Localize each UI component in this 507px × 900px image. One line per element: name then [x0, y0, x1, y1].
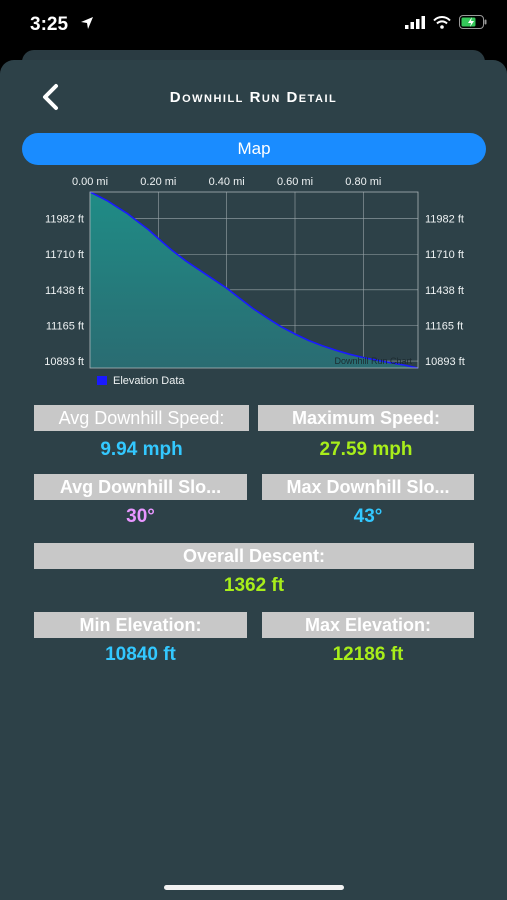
legend-label: Elevation Data	[113, 375, 185, 387]
avg-speed-value: 9.94 mph	[100, 439, 183, 460]
max-slope-label: Max Downhill Slo...	[262, 474, 474, 500]
y-axis-ticks-left: 11982 ft 11710 ft 11438 ft 11165 ft 10893 ft	[44, 214, 84, 368]
x-axis-ticks: 0.00 mi 0.20 mi 0.40 mi 0.60 mi 0.80 mi	[72, 176, 381, 188]
x-tick-label: 0.20 mi	[140, 176, 176, 188]
max-elevation-value: 12186 ft	[332, 644, 404, 665]
y-tick-label-right: 11710 ft	[425, 249, 464, 261]
max-slope-value: 43°	[353, 506, 383, 527]
y-tick-label-left: 11982 ft	[45, 214, 84, 226]
y-tick-label-left: 11165 ft	[46, 321, 84, 333]
home-indicator	[164, 885, 344, 890]
status-icons	[405, 15, 487, 34]
min-elevation-value: 10840 ft	[105, 644, 176, 665]
x-tick-label: 0.80 mi	[345, 176, 381, 188]
max-elevation-label: Max Elevation:	[262, 612, 474, 638]
x-tick-label: 0.60 mi	[277, 176, 313, 188]
wifi-icon	[433, 15, 451, 34]
x-tick-label: 0.00 mi	[72, 176, 108, 188]
page-title: Downhill Run Detail	[169, 89, 338, 106]
y-tick-label-right: 11982 ft	[425, 214, 464, 226]
y-tick-label-left: 10893 ft	[44, 356, 84, 368]
max-speed-label: Maximum Speed:	[258, 405, 474, 431]
status-time: 3:25	[30, 14, 69, 35]
min-elevation-label: Min Elevation:	[34, 612, 247, 638]
legend-swatch	[97, 376, 107, 385]
y-tick-label-right: 10893 ft	[425, 356, 465, 368]
location-arrow-icon	[80, 16, 94, 35]
y-axis-ticks-right: 11982 ft 11710 ft 11438 ft 11165 ft 10893 ft	[425, 214, 465, 368]
signal-icon	[405, 15, 425, 34]
x-tick-label: 0.40 mi	[209, 176, 245, 188]
elevation-chart: 0.00 mi 0.20 mi 0.40 mi 0.60 mi 0.80 mi 1198…	[44, 176, 465, 387]
status-bar: 3:25	[0, 0, 507, 52]
avg-speed-label: Avg Downhill Speed:	[34, 405, 249, 431]
y-tick-label-left: 11438 ft	[45, 285, 84, 297]
overall-descent-label: Overall Descent:	[34, 543, 474, 569]
y-tick-label-right: 11438 ft	[425, 285, 464, 297]
y-tick-label-right: 11165 ft	[425, 321, 463, 333]
map-button[interactable]: Map	[22, 133, 486, 165]
chart-title: Downhill Run Chart	[334, 356, 412, 366]
battery-charging-icon	[459, 15, 487, 34]
max-speed-value: 27.59 mph	[319, 439, 413, 460]
y-tick-label-left: 11710 ft	[45, 249, 84, 261]
overall-descent-value: 1362 ft	[223, 575, 285, 596]
avg-slope-label: Avg Downhill Slo...	[34, 474, 247, 500]
avg-slope-value: 30°	[126, 506, 155, 527]
